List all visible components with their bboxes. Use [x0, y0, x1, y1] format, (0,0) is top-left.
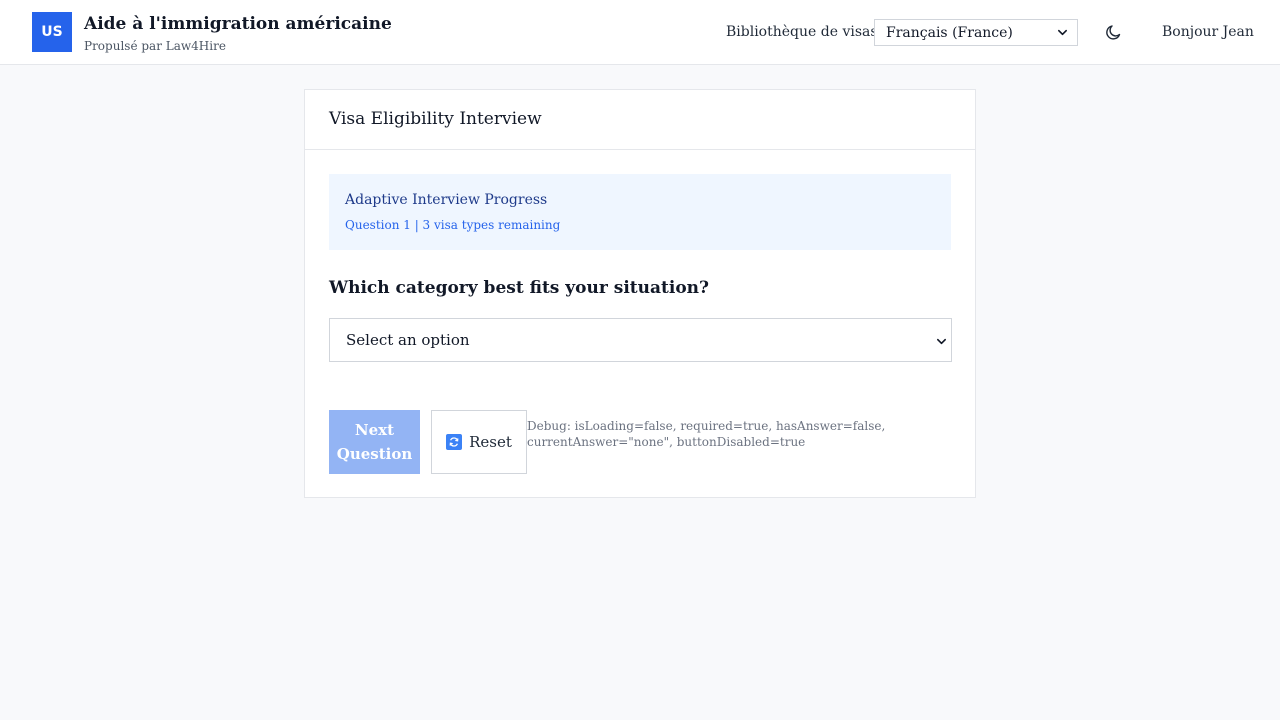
progress-title: Adaptive Interview Progress — [345, 192, 548, 208]
progress-status: Question 1 | 3 visa types remaining — [345, 218, 561, 232]
top-header: US Aide à l'immigration américaine Propu… — [0, 0, 1280, 65]
language-select-value: Français (France) — [886, 24, 1013, 41]
next-question-button[interactable]: Next Question — [329, 410, 420, 474]
progress-panel: Adaptive Interview Progress Question 1 |… — [329, 174, 951, 250]
card-header: Visa Eligibility Interview — [305, 90, 975, 150]
reset-button-label: Reset — [469, 433, 512, 451]
card-title: Visa Eligibility Interview — [329, 109, 542, 129]
app-subtitle: Propulsé par Law4Hire — [84, 39, 226, 53]
moon-icon[interactable] — [1104, 22, 1124, 42]
debug-text: Debug: isLoading=false, required=true, h… — [527, 419, 886, 449]
logo: US — [32, 12, 72, 52]
answer-select[interactable]: Select an option — [329, 318, 952, 362]
app-title: Aide à l'immigration américaine — [84, 14, 392, 34]
language-select[interactable]: Français (France) — [874, 19, 1078, 46]
question-text: Which category best fits your situation? — [329, 278, 709, 298]
reset-button[interactable]: Reset — [431, 410, 527, 474]
chevron-down-icon — [937, 338, 946, 345]
visa-library-link[interactable]: Bibliothèque de visas — [726, 24, 878, 40]
answer-select-value: Select an option — [346, 331, 470, 349]
refresh-icon — [446, 434, 463, 450]
chevron-down-icon — [1058, 29, 1067, 36]
interview-card: Visa Eligibility Interview Adaptive Inte… — [304, 89, 976, 498]
user-greeting[interactable]: Bonjour Jean — [1162, 24, 1254, 40]
